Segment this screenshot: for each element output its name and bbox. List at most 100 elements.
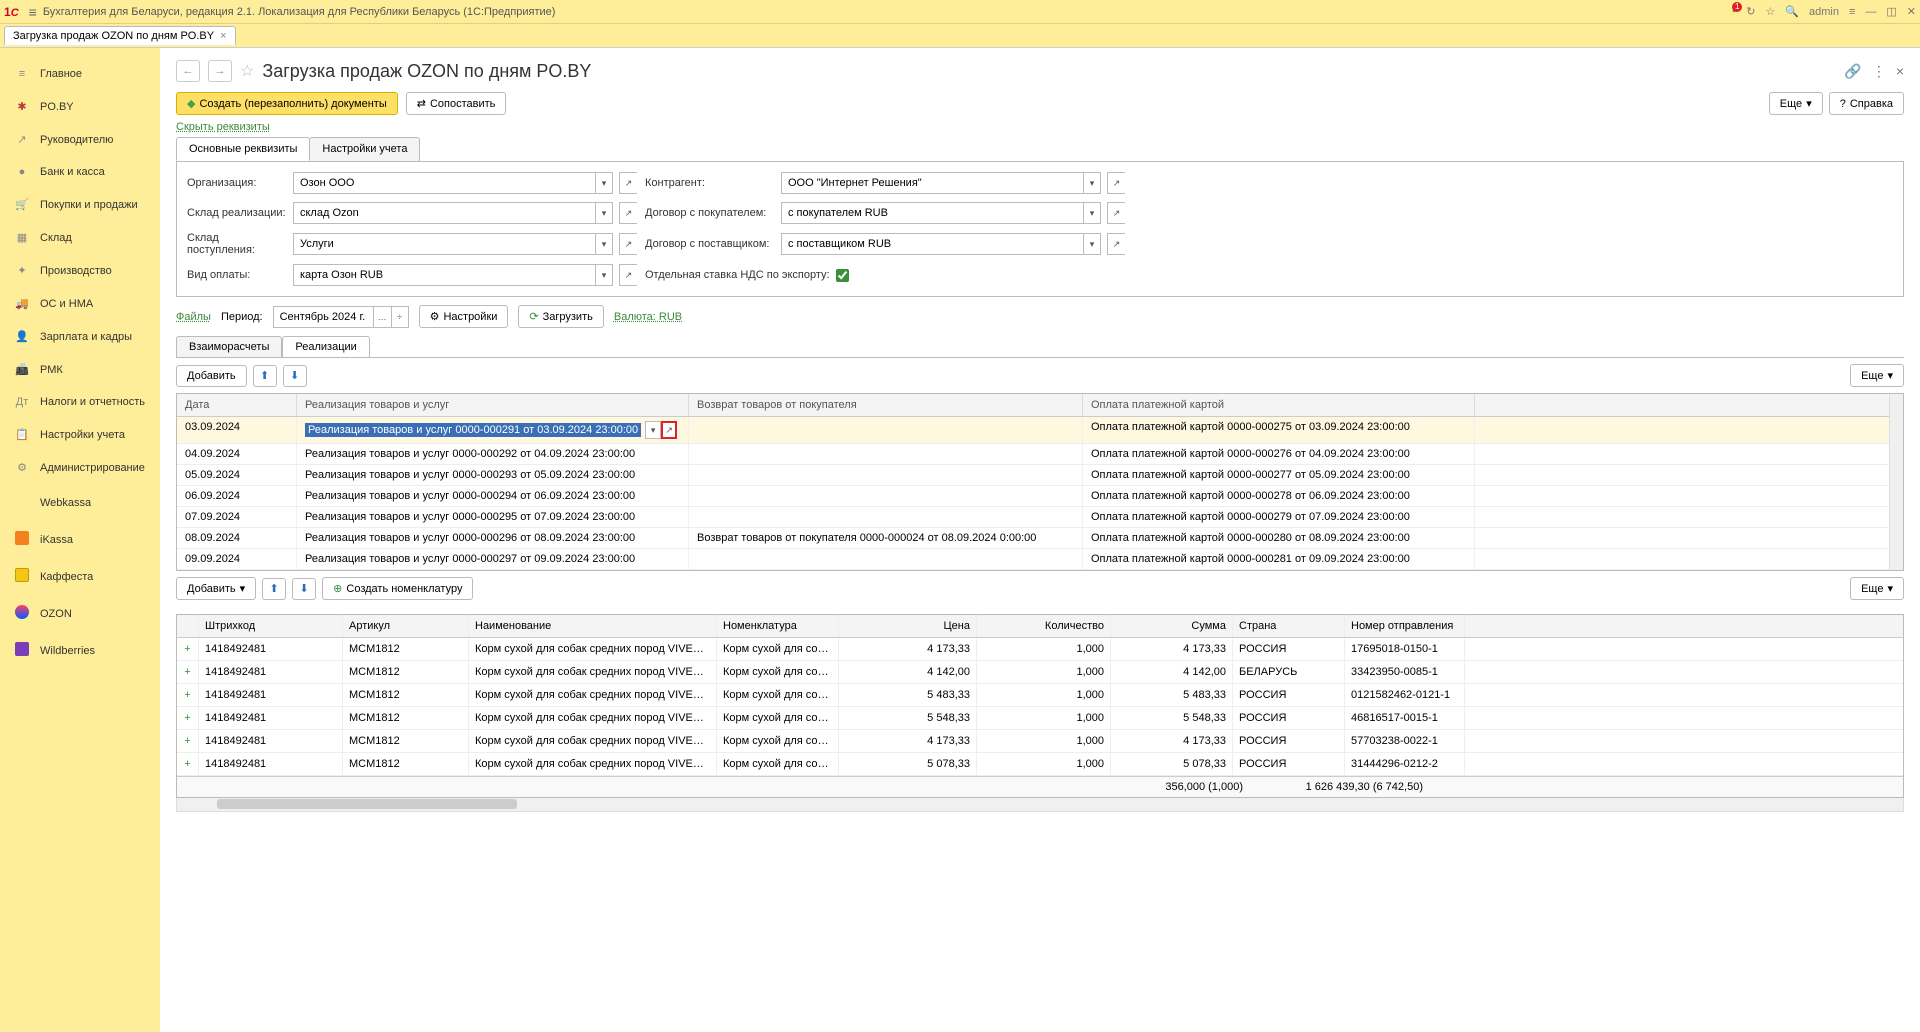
col-payment[interactable]: Оплата платежной картой [1083,394,1475,416]
item-row[interactable]: +1418492481MCM1812Корм сухой для собак с… [177,753,1903,776]
nds-checkbox[interactable] [836,269,849,282]
close-window-icon[interactable]: ✕ [1907,5,1916,18]
add-row-button[interactable]: Добавить [176,365,247,387]
col-article[interactable]: Артикул [343,615,469,637]
grid-row[interactable]: 06.09.2024Реализация товаров и услуг 000… [177,486,1889,507]
more-button[interactable]: Еще ▾ [1850,364,1904,387]
maximize-icon[interactable]: ◫ [1886,5,1896,18]
user-label[interactable]: admin [1809,6,1839,18]
open-icon[interactable]: ↗ [1107,172,1125,194]
help-button[interactable]: ? Справка [1829,92,1904,115]
load-button[interactable]: ⟳ Загрузить [518,305,603,328]
col-return[interactable]: Возврат товаров от покупателя [689,394,1083,416]
col-country[interactable]: Страна [1233,615,1345,637]
menu-icon[interactable]: ≡ [29,4,37,20]
skl-p-field[interactable] [293,233,595,255]
open-icon[interactable]: ↗ [619,172,637,194]
grid-row[interactable]: 08.09.2024Реализация товаров и услуг 000… [177,528,1889,549]
nav-back-button[interactable]: ← [176,60,200,82]
nav-forward-button[interactable]: → [208,60,232,82]
sidebar-item[interactable]: ▦Склад [0,221,160,254]
sidebar-item[interactable]: Webkassa [0,484,160,521]
settings-button[interactable]: ⚙ Настройки [419,305,509,328]
stepper-icon[interactable]: ÷ [391,306,409,328]
col-date[interactable]: Дата [177,394,297,416]
move-down-button[interactable]: ⬇ [283,365,307,387]
tab-realizations[interactable]: Реализации [282,336,369,357]
open-icon[interactable]: ↗ [619,264,637,286]
dog-s-field[interactable] [781,233,1083,255]
history-icon[interactable]: ↻ [1746,5,1755,18]
tab-main-requisites[interactable]: Основные реквизиты [176,137,310,161]
open-ref-icon[interactable]: ↗ [661,421,677,439]
ellipsis-icon[interactable]: … [373,306,391,328]
move-down2-button[interactable]: ⬇ [292,578,316,600]
item-row[interactable]: +1418492481MCM1812Корм сухой для собак с… [177,684,1903,707]
sidebar-item[interactable]: iKassa [0,521,160,558]
col-realization[interactable]: Реализация товаров и услуг [297,394,689,416]
sidebar-item[interactable]: 📠РМК [0,353,160,386]
col-name[interactable]: Наименование [469,615,717,637]
dropdown-icon[interactable]: ▾ [595,172,613,194]
notification-icon[interactable]: ◔ [1730,6,1737,18]
sidebar-item[interactable]: ✦Производство [0,254,160,287]
sidebar-item[interactable]: Wildberries [0,632,160,669]
org-field[interactable] [293,172,595,194]
open-icon[interactable]: ↗ [1107,202,1125,224]
item-row[interactable]: +1418492481MCM1812Корм сухой для собак с… [177,730,1903,753]
settings-icon[interactable]: ≡ [1849,6,1855,18]
dropdown-icon[interactable]: ▾ [595,233,613,255]
grid-row[interactable]: 04.09.2024Реализация товаров и услуг 000… [177,444,1889,465]
grid-row[interactable]: 05.09.2024Реализация товаров и услуг 000… [177,465,1889,486]
col-qty[interactable]: Количество [977,615,1111,637]
hide-requisites-link[interactable]: Скрыть реквизиты [176,121,270,133]
search-icon[interactable]: 🔍 [1785,5,1799,18]
col-nomenclature[interactable]: Номенклатура [717,615,839,637]
tab-main[interactable]: Загрузка продаж OZON по дням PO.BY × [4,26,236,45]
grid-row[interactable]: 03.09.2024Реализация товаров и услуг 000… [177,417,1889,444]
item-row[interactable]: +1418492481MCM1812Корм сухой для собак с… [177,707,1903,730]
dropdown-icon[interactable]: ▾ [1083,202,1101,224]
move-up2-button[interactable]: ⬆ [262,578,286,600]
files-link[interactable]: Файлы [176,311,211,323]
sidebar-item[interactable]: ↗Руководителю [0,123,160,156]
contr-field[interactable] [781,172,1083,194]
pay-field[interactable] [293,264,595,286]
sidebar-item[interactable]: Каффеста [0,558,160,595]
tab-settlements[interactable]: Взаиморасчеты [176,336,282,357]
more-button[interactable]: Еще ▾ [1769,92,1823,115]
sidebar-item[interactable]: ⚙Администрирование [0,451,160,484]
col-barcode[interactable]: Штрихкод [199,615,343,637]
col-sum[interactable]: Сумма [1111,615,1233,637]
col-shipment[interactable]: Номер отправления [1345,615,1465,637]
create-nomenclature-button[interactable]: ⊕ Создать номенклатуру [322,577,473,600]
dropdown-icon[interactable]: ▾ [595,264,613,286]
item-row[interactable]: +1418492481MCM1812Корм сухой для собак с… [177,638,1903,661]
skl-r-field[interactable] [293,202,595,224]
sidebar-item[interactable]: ●Банк и касса [0,156,160,188]
link-icon[interactable]: 🔗 [1844,63,1861,80]
close-icon[interactable]: × [1896,63,1904,80]
star-icon[interactable]: ☆ [1765,5,1775,18]
horizontal-scrollbar[interactable] [176,798,1904,812]
sidebar-item[interactable]: 👤Зарплата и кадры [0,320,160,353]
dropdown-icon[interactable]: ▾ [595,202,613,224]
sidebar-item[interactable]: 📋Настройки учета [0,418,160,451]
open-icon[interactable]: ↗ [619,202,637,224]
period-field[interactable] [273,306,373,328]
move-up-button[interactable]: ⬆ [253,365,277,387]
dropdown-icon[interactable]: ▾ [1083,233,1101,255]
sidebar-item[interactable]: OZON [0,595,160,632]
sidebar-item[interactable]: ДтНалоги и отчетность [0,386,160,418]
grid-row[interactable]: 07.09.2024Реализация товаров и услуг 000… [177,507,1889,528]
create-docs-button[interactable]: ◆ Создать (перезаполнить) документы [176,92,398,115]
compare-button[interactable]: ⇄ Сопоставить [406,92,507,115]
tab-accounting-settings[interactable]: Настройки учета [309,137,420,161]
open-icon[interactable]: ↗ [1107,233,1125,255]
add-row2-button[interactable]: Добавить ▾ [176,577,256,600]
close-tab-icon[interactable]: × [220,30,226,42]
open-icon[interactable]: ↗ [619,233,637,255]
sidebar-item[interactable]: 🚚ОС и НМА [0,287,160,320]
dog-b-field[interactable] [781,202,1083,224]
minimize-icon[interactable]: — [1865,6,1876,18]
